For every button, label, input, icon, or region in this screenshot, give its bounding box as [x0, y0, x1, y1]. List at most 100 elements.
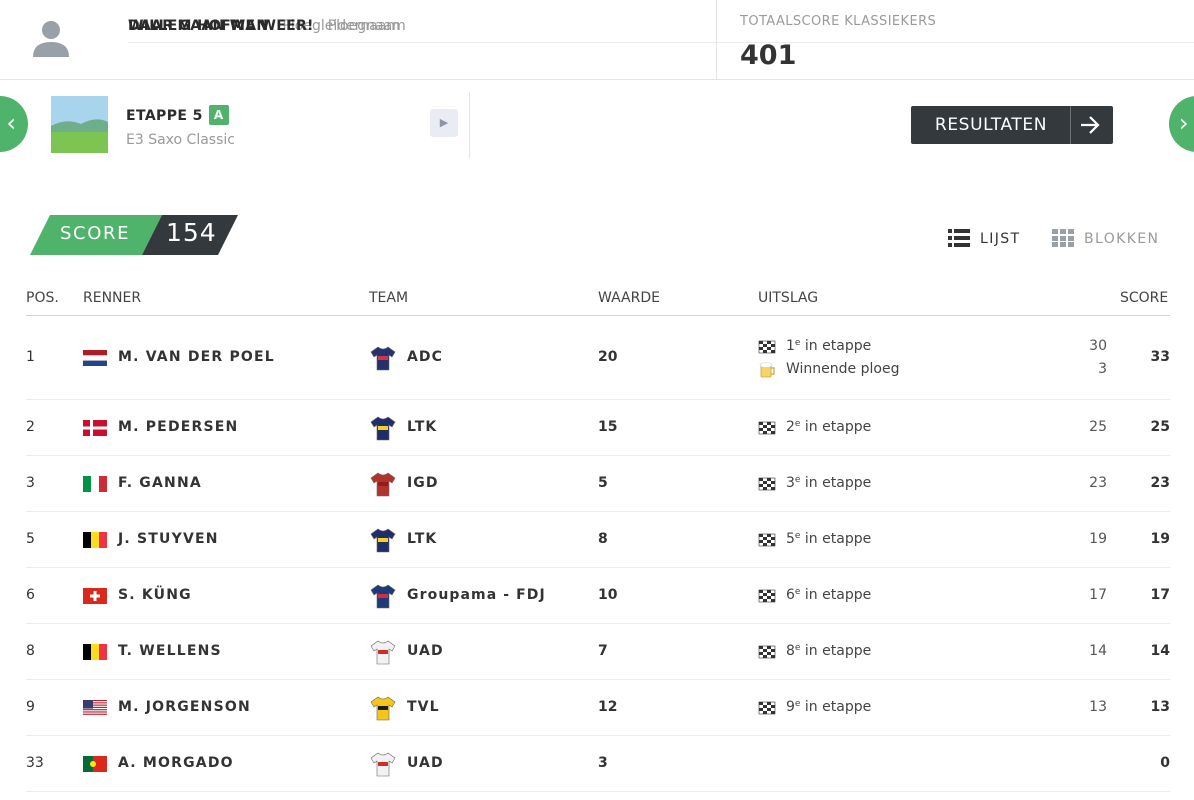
row-score: 14	[1150, 643, 1170, 659]
next-stage-button[interactable]: ›	[1169, 96, 1194, 152]
team-jersey-icon	[370, 528, 396, 553]
result-rank: 9	[786, 699, 795, 715]
row-team: LTK	[407, 531, 438, 547]
results-button[interactable]: RESULTATEN	[911, 106, 1113, 144]
team-jersey-icon	[370, 752, 396, 777]
row-position: 33	[26, 755, 44, 771]
table-row[interactable]: 8 T. WELLENS UAD 7 8e in etappe 14 14	[26, 624, 1170, 680]
row-value: 5	[598, 475, 608, 491]
row-value: 7	[598, 643, 608, 659]
row-rider-name[interactable]: S. KÜNG	[118, 587, 192, 603]
team-name-label: Ploegnaam	[327, 18, 406, 34]
row-team: TVL	[407, 699, 440, 715]
row-rider-name[interactable]: M. VAN DER POEL	[118, 349, 275, 365]
result-rank: 1	[786, 338, 795, 354]
table-row[interactable]: 2 M. PEDERSEN LTK 15 2e in etappe 25 25	[26, 400, 1170, 456]
list-icon	[948, 229, 970, 247]
row-team: LTK	[407, 419, 438, 435]
row-value: 8	[598, 531, 608, 547]
row-score: 0	[1160, 755, 1170, 771]
results-button-divider	[1070, 106, 1071, 144]
row-result-points: 14	[1089, 643, 1107, 659]
table-row[interactable]: 6 S. KÜNG Groupama - FDJ 10 6e in etappe 17 17	[26, 568, 1170, 624]
checkered-flag-icon	[758, 421, 776, 435]
table-row[interactable]: 9 M. JORGENSON TVL 12 9e in etappe 13 13	[26, 680, 1170, 736]
row-team: UAD	[407, 755, 444, 771]
row-team: Groupama - FDJ	[407, 587, 546, 603]
result-rank: 6	[786, 587, 795, 603]
row-result-text: Winnende ploeg	[786, 361, 900, 377]
checkered-flag-icon	[758, 589, 776, 603]
result-label: in etappe	[800, 699, 872, 715]
row-rider-name[interactable]: T. WELLENS	[118, 643, 222, 659]
row-position: 3	[26, 475, 35, 491]
checkered-flag-icon	[758, 477, 776, 491]
result-rank: 3	[786, 475, 795, 491]
row-value: 3	[598, 755, 608, 771]
row-rider-name[interactable]: J. STUYVEN	[118, 531, 219, 547]
row-value: 20	[598, 349, 618, 365]
result-label: in etappe	[800, 419, 872, 435]
result-label: in etappe	[800, 531, 872, 547]
row-position: 6	[26, 587, 35, 603]
country-flag-icon	[83, 350, 107, 366]
row-result-points: 13	[1089, 699, 1107, 715]
stage-thumbnail	[51, 96, 108, 153]
row-position: 5	[26, 531, 35, 547]
row-value: 10	[598, 587, 618, 603]
row-result-text: 8e in etappe	[786, 643, 871, 659]
row-score: 25	[1150, 419, 1170, 435]
col-header-score: SCORE	[1120, 290, 1169, 306]
country-flag-icon	[83, 476, 107, 492]
row-team: UAD	[407, 643, 444, 659]
row-result-points: 19	[1089, 531, 1107, 547]
row-rider-name[interactable]: A. MORGADO	[118, 755, 234, 771]
arrow-right-icon	[1081, 116, 1100, 134]
table-row[interactable]: 3 F. GANNA IGD 5 3e in etappe 23 23	[26, 456, 1170, 512]
row-position: 9	[26, 699, 35, 715]
grid-icon	[1052, 229, 1074, 247]
row-result-text: 6e in etappe	[786, 587, 871, 603]
result-label: in etappe	[800, 475, 872, 491]
view-list-toggle[interactable]: LIJST	[948, 229, 1021, 247]
table-row[interactable]: 33 A. MORGADO UAD 3 0	[26, 736, 1170, 792]
view-blocks-label: BLOKKEN	[1084, 231, 1160, 247]
country-flag-icon	[83, 420, 107, 436]
row-score: 23	[1150, 475, 1170, 491]
total-score-label: TOTAALSCORE KLASSIEKERS	[740, 14, 937, 29]
result-label: in etappe	[800, 338, 872, 354]
row-position: 8	[26, 643, 35, 659]
team-name: DAAR GAAN WE WEER!	[128, 18, 314, 34]
col-header-result: UITSLAG	[758, 290, 819, 306]
view-list-label: LIJST	[980, 231, 1021, 247]
row-rider-name[interactable]: M. JORGENSON	[118, 699, 251, 715]
row-rider-name[interactable]: M. PEDERSEN	[118, 419, 238, 435]
stage-divider	[469, 92, 470, 158]
row-score: 13	[1150, 699, 1170, 715]
stage-title: ETAPPE 5 A	[126, 105, 229, 125]
row-result-points: 3	[1098, 361, 1107, 377]
table-row[interactable]: 5 J. STUYVEN LTK 8 5e in etappe 19 19	[26, 512, 1170, 568]
table-row[interactable]: 1 M. VAN DER POEL ADC 20 1e in etappe 30 Winne…	[26, 316, 1170, 400]
row-score: 33	[1150, 349, 1170, 365]
checkered-flag-icon	[758, 340, 776, 354]
score-label: SCORE	[60, 223, 131, 244]
previous-stage-button[interactable]: ‹	[0, 96, 28, 152]
result-rank: 5	[786, 531, 795, 547]
row-value: 15	[598, 419, 618, 435]
beer-mug-icon	[759, 362, 775, 378]
row-result-points: 23	[1089, 475, 1107, 491]
team-jersey-icon	[370, 472, 396, 497]
team-jersey-icon	[370, 416, 396, 441]
row-value: 12	[598, 699, 618, 715]
country-flag-icon	[83, 756, 107, 772]
row-result-text: 1e in etappe	[786, 338, 871, 354]
stage-play-button[interactable]: ▶	[430, 109, 458, 137]
row-result-points: 17	[1089, 587, 1107, 603]
row-rider-name[interactable]: F. GANNA	[118, 475, 202, 491]
col-header-pos: POS.	[26, 290, 59, 306]
total-score-value: 401	[740, 40, 797, 71]
row-result-points: 25	[1089, 419, 1107, 435]
view-blocks-toggle[interactable]: BLOKKEN	[1052, 229, 1159, 247]
country-flag-icon	[83, 700, 107, 716]
